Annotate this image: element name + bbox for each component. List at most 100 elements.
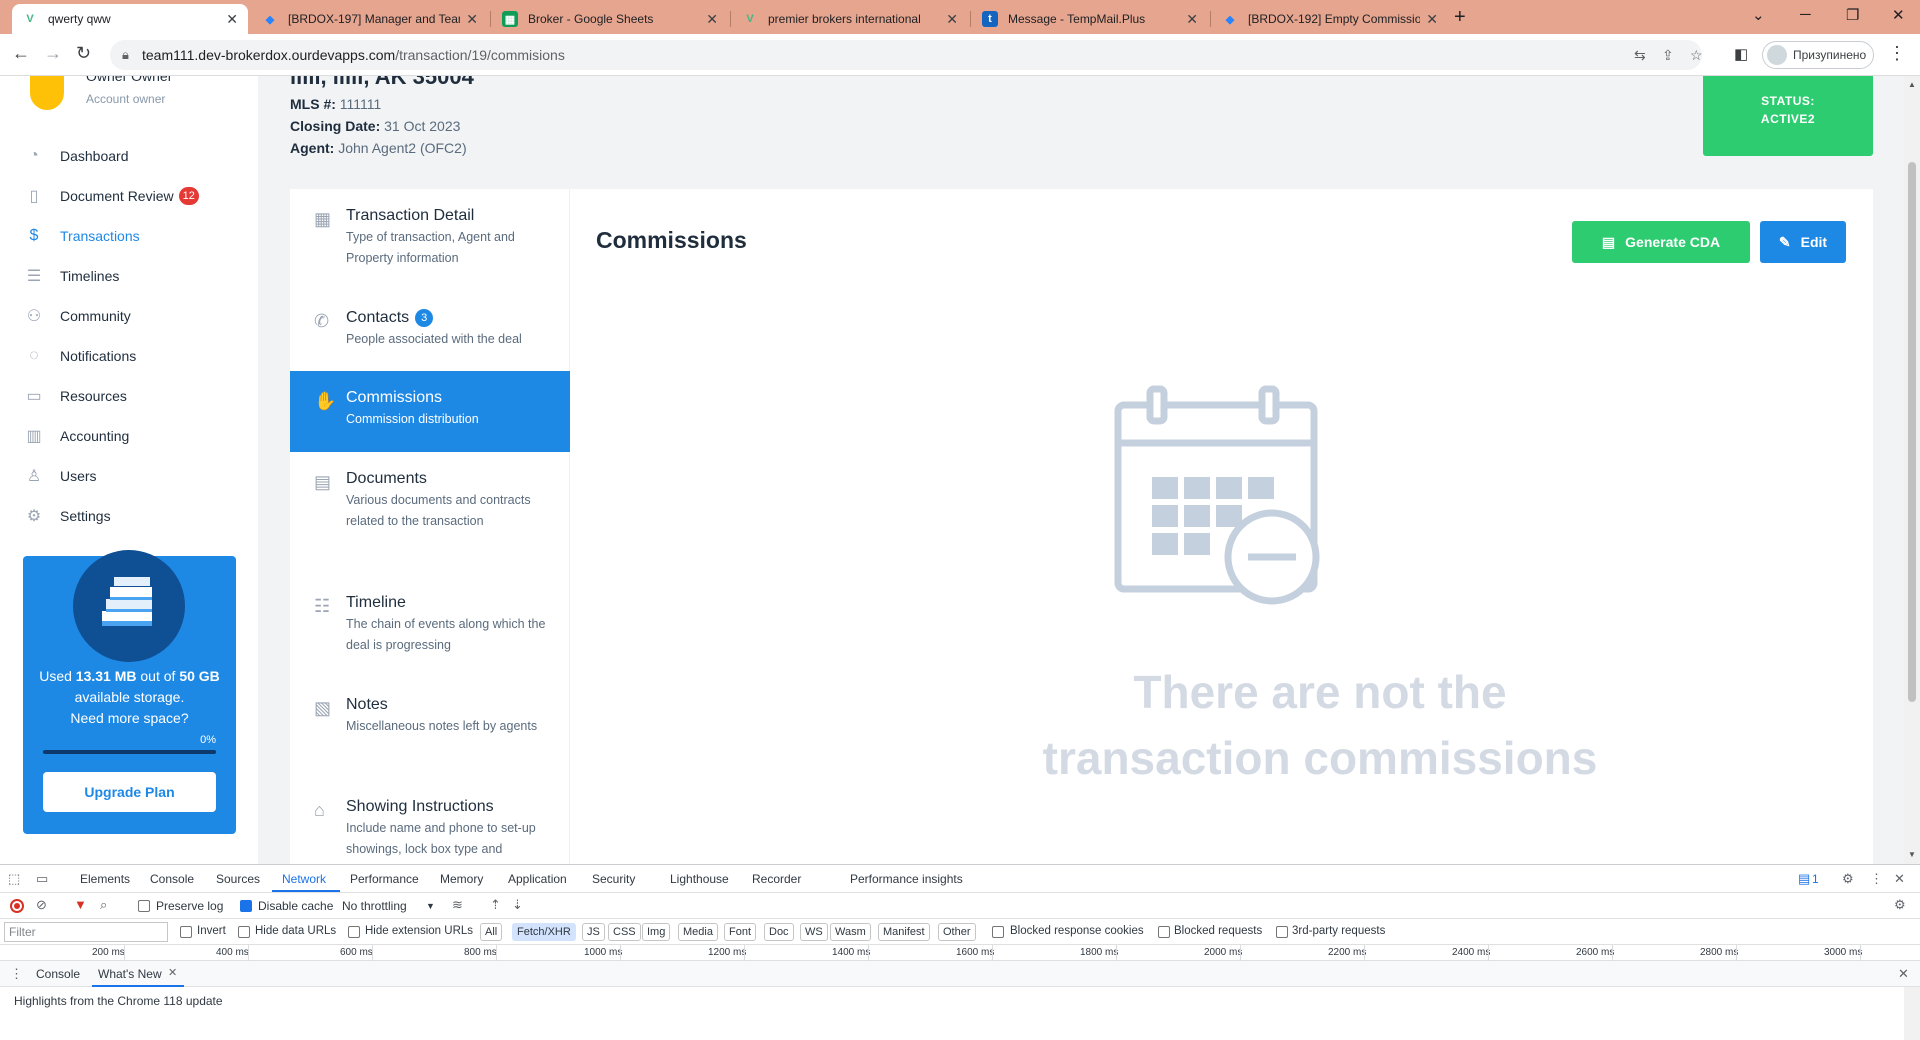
drawer-tab-console[interactable]: Console xyxy=(36,967,80,981)
blocked-requests-checkbox[interactable] xyxy=(1158,926,1170,938)
close-icon[interactable]: ✕ xyxy=(1186,11,1198,28)
record-icon[interactable] xyxy=(10,899,24,913)
tab-lighthouse[interactable]: Lighthouse xyxy=(670,872,729,886)
translate-icon[interactable]: ⇆ xyxy=(1634,47,1646,64)
tab-elements[interactable]: Elements xyxy=(80,872,130,886)
tab-security[interactable]: Security xyxy=(592,872,635,886)
close-drawer-icon[interactable]: ✕ xyxy=(1898,966,1909,982)
tab-documents[interactable]: ▤ Documents Various documents and contra… xyxy=(290,452,570,576)
close-icon[interactable]: ✕ xyxy=(946,11,958,28)
drawer-menu-icon[interactable]: ⋮ xyxy=(10,966,23,982)
browser-menu-icon[interactable]: ⋮ xyxy=(1888,43,1906,64)
scroll-up-icon[interactable]: ▲ xyxy=(1908,80,1916,89)
side-panel-icon[interactable]: ◧ xyxy=(1734,45,1748,63)
network-conditions-icon[interactable]: ≋ xyxy=(452,897,463,913)
filter-all[interactable]: All xyxy=(480,923,503,941)
issues-count[interactable]: 1 xyxy=(1812,872,1819,886)
filter-img[interactable]: Img xyxy=(642,923,671,941)
address-bar[interactable]: 🔒︎ team111.dev-brokerdox.ourdevapps.com/… xyxy=(110,40,1703,70)
scroll-down-icon[interactable]: ▼ xyxy=(1908,850,1916,859)
bookmark-star-icon[interactable]: ☆ xyxy=(1690,47,1703,64)
gear-icon[interactable]: ⚙ xyxy=(1842,871,1854,887)
close-icon[interactable]: ✕ xyxy=(466,11,478,28)
generate-cda-button[interactable]: ▤ Generate CDA xyxy=(1572,221,1750,263)
tab-memory[interactable]: Memory xyxy=(440,872,483,886)
throttling-select[interactable]: No throttling xyxy=(342,899,407,913)
filter-fetch-xhr[interactable]: Fetch/XHR xyxy=(512,923,576,941)
filter-icon[interactable]: ▼ xyxy=(74,897,87,912)
reload-icon[interactable]: ↻ xyxy=(76,43,91,64)
tab-performance-insights[interactable]: Performance insights xyxy=(850,872,963,886)
close-window-icon[interactable]: ✕ xyxy=(1892,6,1905,24)
disable-cache-checkbox[interactable] xyxy=(240,900,252,912)
hide-data-urls-checkbox[interactable] xyxy=(238,926,250,938)
restore-icon[interactable]: ❐ xyxy=(1846,6,1859,24)
sidebar-item-dashboard[interactable]: ◔ Dashboard xyxy=(0,136,258,176)
share-icon[interactable]: ⇪ xyxy=(1662,47,1674,64)
export-har-icon[interactable]: ⇣ xyxy=(512,897,523,913)
sidebar-item-community[interactable]: ⚇ Community xyxy=(0,296,258,336)
tab-showing-instructions[interactable]: ⌂ Showing Instructions Include name and … xyxy=(290,780,570,864)
hide-extension-urls-checkbox[interactable] xyxy=(348,926,360,938)
close-icon[interactable]: ✕ xyxy=(706,11,718,28)
invert-checkbox[interactable] xyxy=(180,926,192,938)
browser-tab-5[interactable]: t Message - TempMail.Plus ✕ xyxy=(972,4,1208,34)
filter-manifest[interactable]: Manifest xyxy=(878,923,930,941)
drawer-tab-whats-new[interactable]: What's New xyxy=(98,967,162,981)
filter-css[interactable]: CSS xyxy=(608,923,641,941)
issues-icon[interactable]: ▤ xyxy=(1798,871,1810,887)
filter-ws[interactable]: WS xyxy=(800,923,828,941)
sidebar-item-users[interactable]: ♙ Users xyxy=(0,456,258,496)
close-icon[interactable]: ✕ xyxy=(1426,11,1438,28)
tab-timeline[interactable]: ☷ Timeline The chain of events along whi… xyxy=(290,576,570,678)
filter-wasm[interactable]: Wasm xyxy=(830,923,871,941)
tab-console[interactable]: Console xyxy=(150,872,194,886)
filter-input[interactable]: Filter xyxy=(4,922,168,942)
tab-notes[interactable]: ▧ Notes Miscellaneous notes left by agen… xyxy=(290,678,570,780)
lock-icon[interactable]: 🔒︎ xyxy=(122,47,129,63)
tab-search-icon[interactable]: ⌄ xyxy=(1752,6,1765,24)
filter-other[interactable]: Other xyxy=(938,923,976,941)
close-icon[interactable]: ✕ xyxy=(1894,871,1905,887)
network-settings-icon[interactable]: ⚙ xyxy=(1894,897,1906,913)
tab-transaction-detail[interactable]: ▦ Transaction Detail Type of transaction… xyxy=(290,189,570,291)
scrollbar-thumb[interactable] xyxy=(1908,162,1916,702)
close-icon[interactable]: ✕ xyxy=(168,966,177,979)
close-icon[interactable]: ✕ xyxy=(226,11,238,28)
tab-recorder[interactable]: Recorder xyxy=(752,872,801,886)
browser-tab-2[interactable]: ◆ [BRDOX-197] Manager and Team ✕ xyxy=(252,4,488,34)
browser-tab-3[interactable]: ▦ Broker - Google Sheets ✕ xyxy=(492,4,728,34)
import-har-icon[interactable]: ⇡ xyxy=(490,897,501,913)
forward-icon[interactable]: → xyxy=(44,43,62,64)
sidebar-item-settings[interactable]: ⚙ Settings xyxy=(0,496,258,536)
blocked-cookies-checkbox[interactable] xyxy=(992,926,1004,938)
sidebar-item-resources[interactable]: ▭ Resources xyxy=(0,376,258,416)
sidebar-item-timelines[interactable]: ☰ Timelines xyxy=(0,256,258,296)
tab-sources[interactable]: Sources xyxy=(216,872,260,886)
preserve-log-checkbox[interactable] xyxy=(138,900,150,912)
inspect-element-icon[interactable]: ⬚ xyxy=(8,871,20,887)
tab-application[interactable]: Application xyxy=(508,872,567,886)
sidebar-item-transactions[interactable]: $ Transactions xyxy=(0,216,258,256)
sidebar-item-notifications[interactable]: ◌ Notifications xyxy=(0,336,258,376)
filter-media[interactable]: Media xyxy=(678,923,718,941)
chevron-down-icon[interactable]: ▼ xyxy=(426,901,435,911)
sidebar-item-document-review[interactable]: ▯ Document Review 12 xyxy=(0,176,258,216)
edit-button[interactable]: ✎ Edit xyxy=(1760,221,1846,263)
tab-network[interactable]: Network xyxy=(282,872,326,886)
filter-font[interactable]: Font xyxy=(724,923,757,941)
browser-tab-1[interactable]: V qwerty qww ✕ xyxy=(12,4,248,34)
back-icon[interactable]: ← xyxy=(12,43,30,64)
clear-icon[interactable]: ⊘ xyxy=(36,897,47,913)
device-toolbar-icon[interactable]: ▭ xyxy=(36,871,48,887)
page-scrollbar[interactable]: ▲ ▼ xyxy=(1904,76,1920,864)
filter-doc[interactable]: Doc xyxy=(764,923,794,941)
devtools-menu-icon[interactable]: ⋮ xyxy=(1870,871,1883,887)
browser-tab-6[interactable]: ◆ [BRDOX-192] Empty Commission ✕ xyxy=(1212,4,1448,34)
new-tab-icon[interactable]: + xyxy=(1454,6,1466,29)
filter-js[interactable]: JS xyxy=(582,923,605,941)
tab-contacts[interactable]: ✆ Contacts 3 People associated with the d… xyxy=(290,291,570,371)
search-icon[interactable]: ⌕ xyxy=(100,897,107,913)
upgrade-plan-button[interactable]: Upgrade Plan xyxy=(43,772,216,812)
tab-commissions[interactable]: ✋ Commissions Commission distribution xyxy=(290,371,570,452)
